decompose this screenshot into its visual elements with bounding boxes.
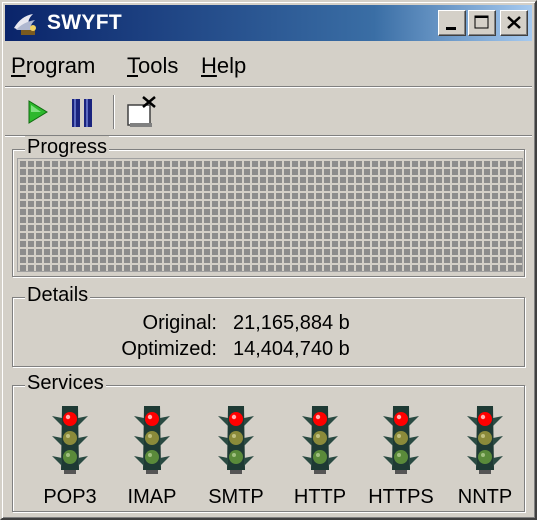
play-icon [28,100,48,124]
original-label: Original: [142,312,217,334]
maximize-button[interactable] [468,10,496,36]
service-label: NNTP [457,486,513,508]
service-http[interactable]: HTTP [285,404,355,508]
toolbar [5,89,532,135]
optimized-value: 14,404,740 b [233,338,350,360]
service-label: HTTPS [368,486,434,508]
service-label: SMTP [208,486,264,508]
menu-bar: Program Tools Help [5,46,532,86]
optimized-label: Optimized: [121,338,217,360]
original-row: Original: 21,165,884 b [37,312,437,336]
app-window: SWYFT Program Tools Help Progress Detail… [0,0,537,520]
menu-program[interactable]: Program [11,53,95,79]
service-label: POP3 [43,486,97,508]
details-label: Details [25,284,91,307]
original-value: 21,165,884 b [233,312,350,334]
pause-icon [72,99,92,127]
details-group: Details Original: 21,165,884 b Optimized… [12,284,525,367]
progress-bar [17,158,523,272]
close-button[interactable] [500,10,528,36]
service-smtp[interactable]: SMTP [201,404,271,508]
traffic-light-icon [134,406,170,474]
app-icon [14,14,36,35]
disconnect-icon [127,96,156,127]
service-pop3[interactable]: POP3 [35,404,105,508]
minimize-button[interactable] [438,10,466,36]
toolbar-separator [113,95,115,129]
menu-tools[interactable]: Tools [127,53,178,79]
traffic-light-icon [467,406,503,474]
title-bar[interactable]: SWYFT [5,5,532,41]
disconnect-button[interactable] [123,93,161,131]
menu-separator [5,86,532,88]
service-nntp[interactable]: NNTP [450,404,520,508]
close-icon [507,16,521,29]
progress-group: Progress [12,136,525,277]
play-button[interactable] [21,93,59,131]
optimized-row: Optimized: 14,404,740 b [37,338,437,362]
services-label: Services [25,372,106,395]
service-imap[interactable]: IMAP [117,404,187,508]
traffic-light-icon [52,406,88,474]
progress-label: Progress [25,136,110,159]
maximize-icon [474,15,489,29]
services-group: Services POP3 IMAP SMTP HTTP HTTPS NNTP [12,372,525,512]
traffic-light-icon [218,406,254,474]
pause-button[interactable] [65,93,103,131]
menu-help[interactable]: Help [201,53,246,79]
service-label: IMAP [127,486,177,508]
window-title: SWYFT [47,11,122,34]
minimize-icon [446,27,456,30]
service-https[interactable]: HTTPS [366,404,436,508]
service-label: HTTP [293,486,347,508]
traffic-light-icon [302,406,338,474]
traffic-light-icon [383,406,419,474]
